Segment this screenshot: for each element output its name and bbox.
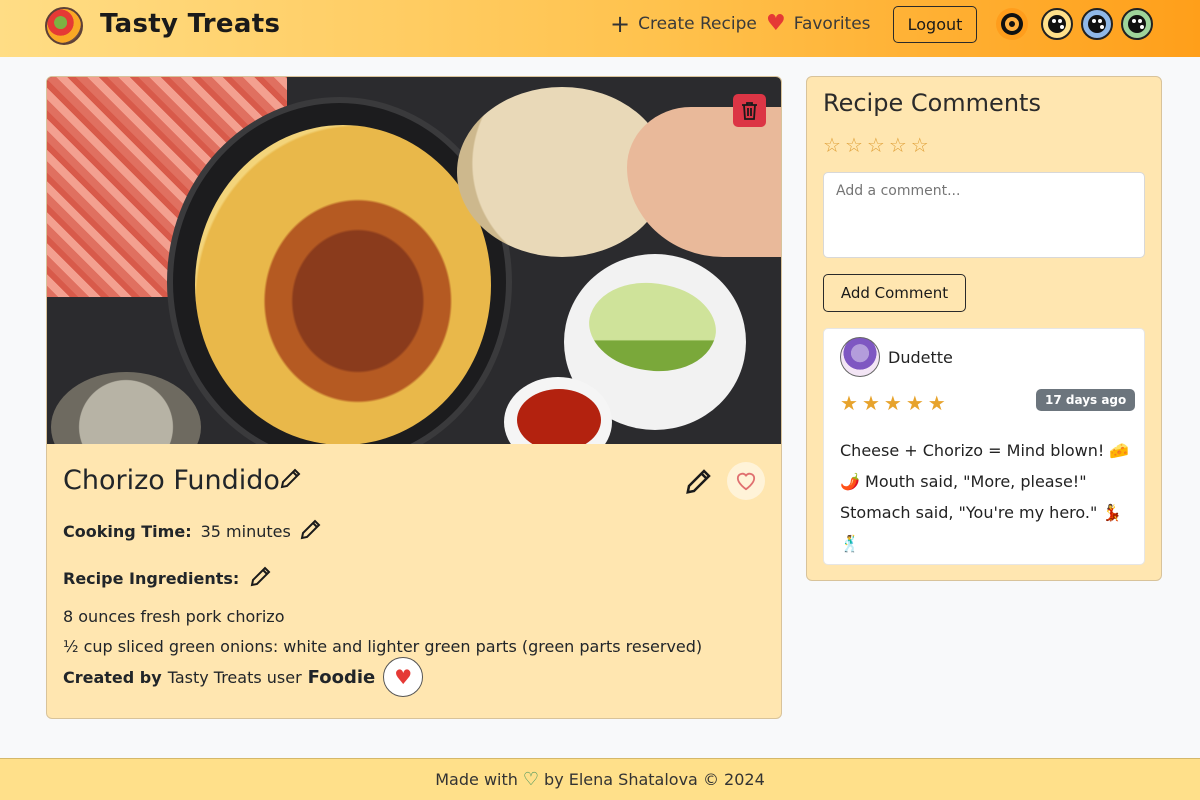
comment-user: Dudette bbox=[888, 348, 953, 367]
ingredients-header-row: Recipe Ingredients: bbox=[63, 564, 273, 592]
image-salsa bbox=[517, 389, 601, 444]
brand-logo-icon[interactable] bbox=[45, 7, 83, 45]
gear-icon bbox=[1001, 13, 1023, 35]
comment-text: Cheese + Chorizo = Mind blown! 🧀 🌶️ Mout… bbox=[840, 441, 1130, 553]
footer-made-with: Made with bbox=[435, 770, 518, 789]
recipe-title: Chorizo Fundido bbox=[63, 465, 280, 496]
star-icon[interactable]: ☆ bbox=[823, 133, 841, 157]
edit-title-pencil-icon[interactable] bbox=[279, 466, 303, 494]
star-icon[interactable]: ☆ bbox=[889, 133, 907, 157]
trash-icon bbox=[742, 102, 757, 120]
created-by-label: Created by bbox=[63, 667, 162, 687]
palette-icon bbox=[1128, 15, 1146, 33]
theme-blue-button[interactable] bbox=[1081, 8, 1113, 40]
ingredients-label: Recipe Ingredients: bbox=[63, 568, 240, 588]
comment-input[interactable] bbox=[823, 172, 1145, 258]
cooking-time-label: Cooking Time: bbox=[63, 521, 192, 541]
add-comment-button[interactable]: Add Comment bbox=[823, 274, 966, 312]
theme-default-button[interactable] bbox=[996, 8, 1028, 40]
star-icon: ★ bbox=[840, 391, 858, 415]
navbar: Tasty Treats + Create Recipe ♥ Favorites… bbox=[0, 0, 1200, 57]
heart-outline-icon: ♡ bbox=[522, 769, 540, 790]
cooking-time-value: 35 minutes bbox=[200, 521, 291, 541]
ingredients-list: 8 ounces fresh pork chorizo ½ cup sliced… bbox=[63, 602, 702, 662]
footer-credit: by Elena Shatalova © 2024 bbox=[544, 770, 765, 789]
image-glass bbox=[51, 372, 201, 444]
footer: Made with ♡ by Elena Shatalova © 2024 bbox=[0, 758, 1200, 800]
star-icon: ★ bbox=[927, 391, 946, 415]
brand-name[interactable]: Tasty Treats bbox=[100, 9, 280, 39]
star-icon[interactable]: ☆ bbox=[867, 133, 885, 157]
star-icon[interactable]: ☆ bbox=[911, 133, 929, 157]
comments-card: Recipe Comments ☆ ☆ ☆ ☆ ☆ Add Comment Du… bbox=[806, 76, 1162, 581]
comment-rating: ★ ★ ★ ★ ★ bbox=[840, 391, 946, 415]
recipe-card: Chorizo Fundido Cooking Time: 35 minutes… bbox=[46, 76, 782, 719]
logout-button[interactable]: Logout bbox=[893, 6, 977, 43]
favorite-button[interactable] bbox=[727, 462, 765, 500]
cooking-time-row: Cooking Time: 35 minutes bbox=[63, 517, 323, 545]
image-cheese-dip bbox=[195, 125, 491, 444]
star-icon: ★ bbox=[861, 391, 880, 415]
rating-input: ☆ ☆ ☆ ☆ ☆ bbox=[823, 133, 929, 157]
star-icon: ★ bbox=[905, 391, 924, 415]
heart-outline-icon bbox=[736, 472, 756, 491]
edit-ingredients-pencil-icon[interactable] bbox=[249, 564, 273, 592]
palette-icon bbox=[1048, 15, 1066, 33]
edit-cooking-time-pencil-icon[interactable] bbox=[299, 517, 323, 545]
favorites-label: Favorites bbox=[793, 14, 871, 34]
ingredient-item: 8 ounces fresh pork chorizo bbox=[63, 607, 285, 626]
favorites-link[interactable]: ♥ Favorites bbox=[766, 11, 871, 36]
create-recipe-link[interactable]: + Create Recipe bbox=[610, 10, 757, 38]
recipe-image bbox=[47, 77, 781, 444]
palette-icon bbox=[1088, 15, 1106, 33]
star-icon[interactable]: ☆ bbox=[845, 133, 863, 157]
creator-name[interactable]: Foodie bbox=[308, 667, 376, 688]
theme-green-button[interactable] bbox=[1121, 8, 1153, 40]
edit-recipe-pencil-icon[interactable] bbox=[684, 466, 714, 500]
star-icon: ★ bbox=[883, 391, 902, 415]
delete-recipe-button[interactable] bbox=[733, 94, 766, 127]
image-hand bbox=[627, 107, 781, 257]
plus-icon: + bbox=[610, 10, 631, 38]
creator-avatar[interactable]: ♥ bbox=[383, 657, 424, 697]
comments-title: Recipe Comments bbox=[823, 89, 1041, 117]
created-by-row: Created by Tasty Treats user Foodie ♥ bbox=[63, 657, 424, 697]
heart-icon: ♥ bbox=[766, 11, 786, 36]
create-recipe-label: Create Recipe bbox=[638, 14, 757, 34]
created-by-mid: Tasty Treats user bbox=[167, 667, 302, 687]
comment-item: Dudette ★ ★ ★ ★ ★ 17 days ago Cheese + C… bbox=[823, 328, 1145, 565]
comment-age-badge: 17 days ago bbox=[1036, 389, 1136, 411]
avatar bbox=[840, 337, 880, 377]
theme-yellow-button[interactable] bbox=[1041, 8, 1073, 40]
